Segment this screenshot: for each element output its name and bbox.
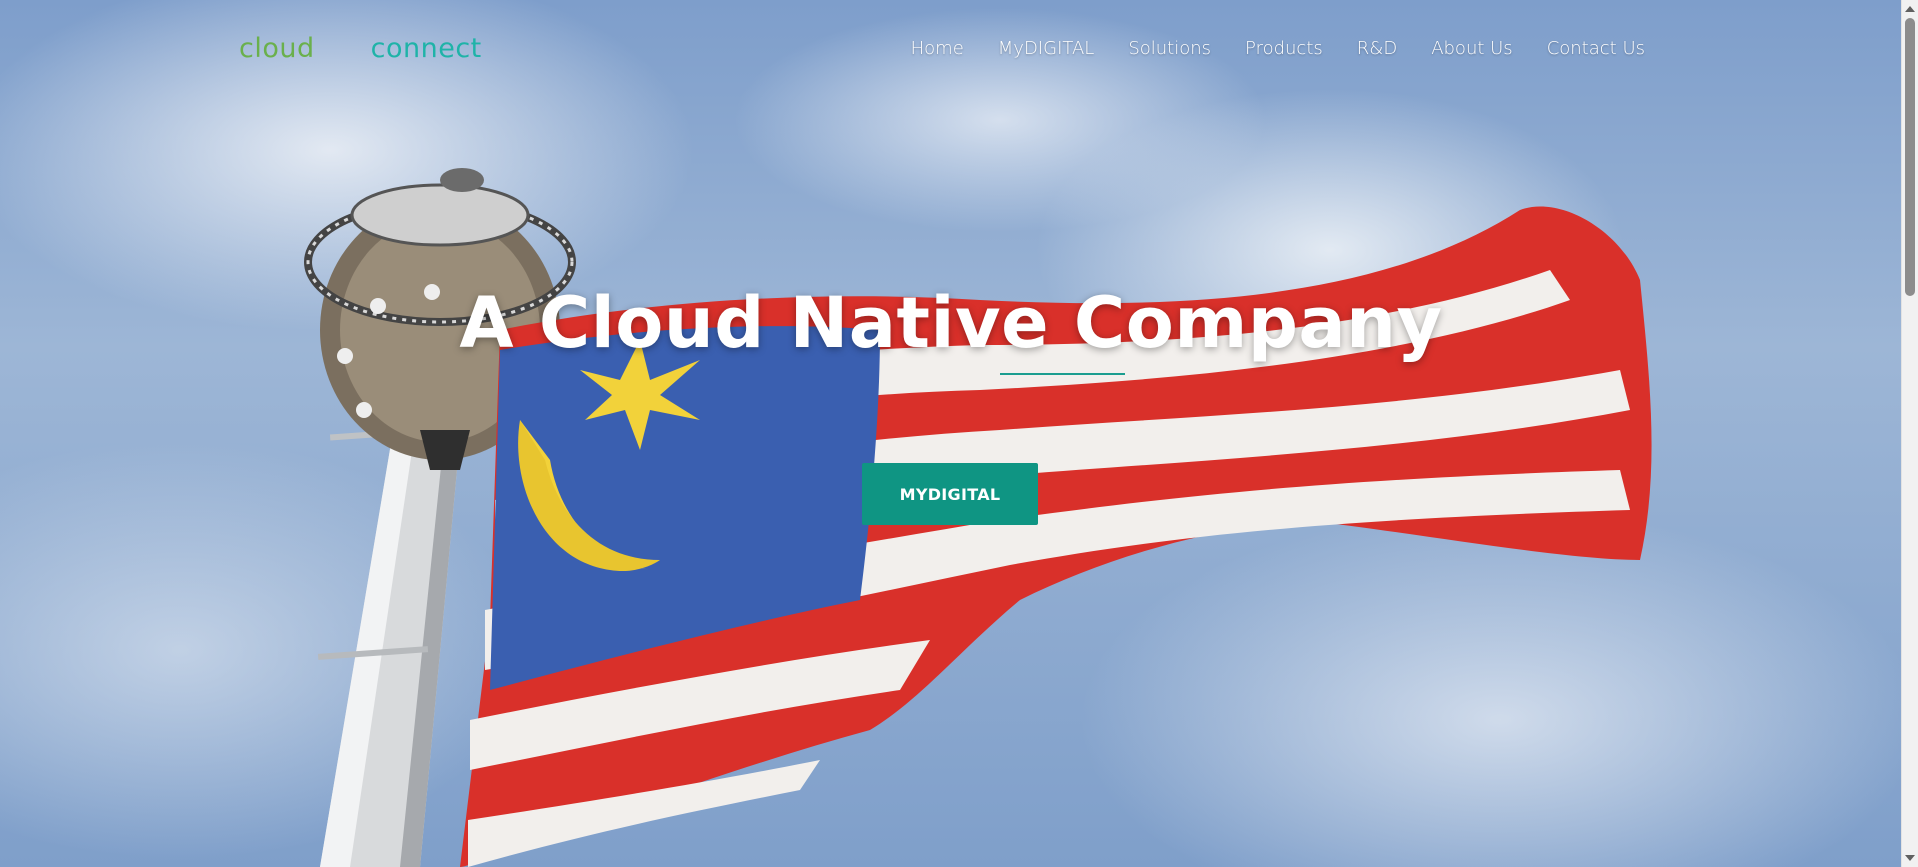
nav-item-products[interactable]: Products [1245, 38, 1323, 59]
scrollbar-thumb[interactable] [1905, 18, 1915, 296]
logo[interactable]: cloud connect [239, 33, 482, 64]
nav-item-contact-us[interactable]: Contact Us [1547, 38, 1645, 59]
hero-headline: A Cloud Native Company [459, 282, 1443, 364]
nav-item-about-us[interactable]: About Us [1431, 38, 1513, 59]
top-navbar: cloud connect Home MyDIGITAL Solutions Pr… [0, 0, 1902, 100]
nav-item-home[interactable]: Home [911, 38, 964, 59]
mydigital-button[interactable]: MYDIGITAL [862, 463, 1038, 525]
page-scrollbar[interactable] [1901, 0, 1918, 867]
main-menu: Home MyDIGITAL Solutions Products R&D Ab… [877, 38, 1645, 59]
logo-text-connect: connect [370, 33, 482, 64]
scroll-up-arrow-icon[interactable] [1905, 6, 1915, 12]
scroll-down-arrow-icon[interactable] [1905, 855, 1915, 861]
nav-item-solutions[interactable]: Solutions [1128, 38, 1211, 59]
nav-item-mydigital[interactable]: MyDIGITAL [998, 38, 1095, 59]
nav-item-rnd[interactable]: R&D [1357, 38, 1397, 59]
headline-divider [1000, 373, 1125, 375]
logo-text-cloud: cloud [239, 33, 315, 64]
hero-section: cloud connect Home MyDIGITAL Solutions Pr… [0, 0, 1902, 867]
hero-background-image [304, 168, 1652, 867]
